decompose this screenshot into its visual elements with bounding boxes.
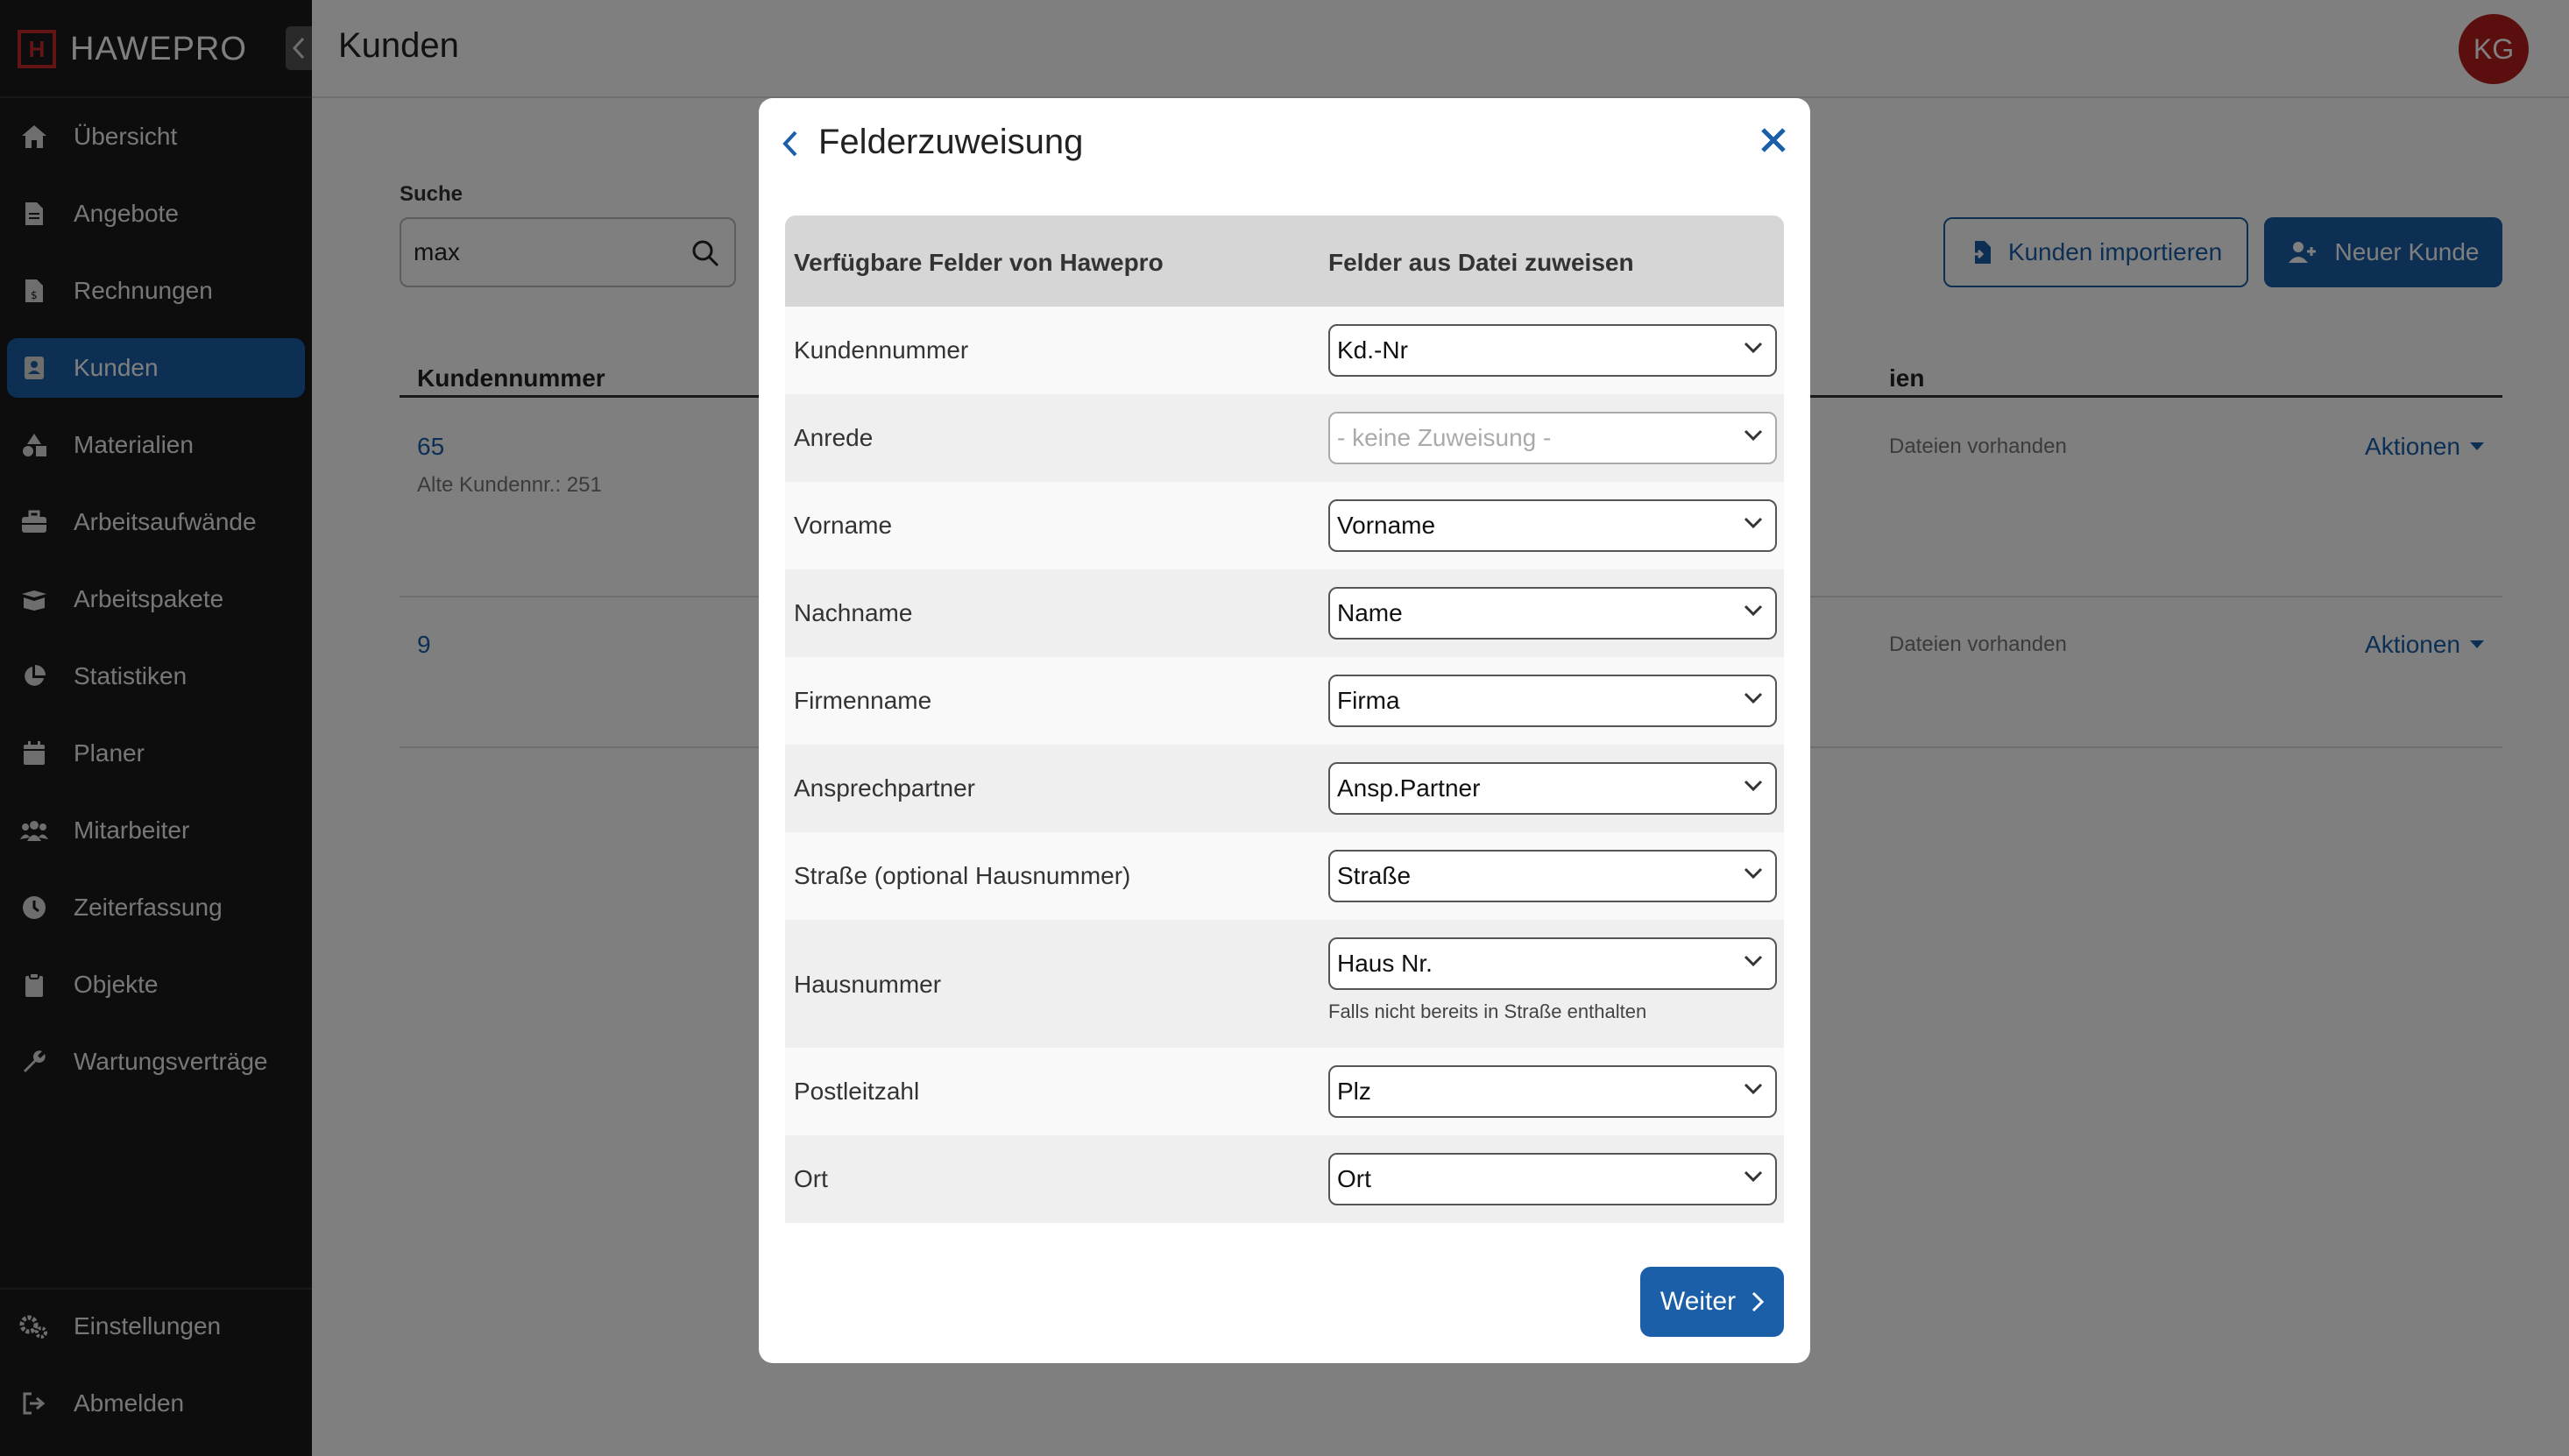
mapping-row-postleitzahl: Postleitzahl Plz	[785, 1048, 1784, 1135]
select-value: Name	[1337, 599, 1403, 626]
select-value: Vorname	[1337, 512, 1436, 539]
field-label: Anrede	[794, 424, 874, 451]
select-value: Haus Nr.	[1337, 950, 1433, 977]
field-mapping-dialog: Felderzuweisung Verfügbare Felder von Ha…	[759, 98, 1810, 1363]
close-icon	[1761, 128, 1786, 152]
field-select-nachname[interactable]: Name	[1328, 587, 1777, 640]
mapping-table-header: Verfügbare Felder von Hawepro Felder aus…	[785, 216, 1784, 307]
next-button-label: Weiter	[1660, 1287, 1737, 1316]
field-label: Postleitzahl	[794, 1078, 920, 1105]
select-value: Plz	[1337, 1078, 1371, 1105]
mapping-row-ansprechpartner: Ansprechpartner Ansp.Partner	[785, 745, 1784, 832]
select-value: Ansp.Partner	[1337, 774, 1481, 802]
chevron-down-icon	[1744, 867, 1763, 880]
dialog-title: Felderzuweisung	[818, 123, 1084, 161]
select-value: Kd.-Nr	[1337, 336, 1408, 364]
field-label: Vorname	[794, 512, 893, 539]
mapping-row-hausnummer: Hausnummer Haus Nr. Falls nicht bereits …	[785, 920, 1784, 1048]
select-value: Straße	[1337, 862, 1412, 889]
field-select-hausnummer[interactable]: Haus Nr.	[1328, 937, 1777, 990]
mapping-row-ort: Ort Ort	[785, 1135, 1784, 1223]
chevron-down-icon	[1744, 517, 1763, 529]
mapping-row-anrede: Anrede - keine Zuweisung -	[785, 394, 1784, 482]
chevron-down-icon	[1744, 955, 1763, 967]
close-button[interactable]	[1759, 126, 1787, 159]
field-label: Nachname	[794, 599, 913, 626]
chevron-down-icon	[1744, 604, 1763, 617]
field-select-kundennummer[interactable]: Kd.-Nr	[1328, 324, 1777, 377]
next-button[interactable]: Weiter	[1640, 1267, 1784, 1337]
field-label: Kundennummer	[794, 336, 969, 364]
field-hint: Falls nicht bereits in Straße enthalten	[1328, 1000, 1647, 1022]
chevron-down-icon	[1744, 429, 1763, 442]
mapping-row-strasse: Straße (optional Hausnummer) Straße	[785, 832, 1784, 920]
select-value: - keine Zuweisung -	[1337, 424, 1552, 451]
chevron-down-icon	[1744, 342, 1763, 354]
field-label: Ansprechpartner	[794, 774, 976, 802]
column-header-file-fields: Felder aus Datei zuweisen	[1328, 249, 1634, 276]
chevron-down-icon	[1744, 1170, 1763, 1183]
chevron-right-icon	[1752, 1291, 1765, 1312]
mapping-row-firmenname: Firmenname Firma	[785, 657, 1784, 745]
field-label: Hausnummer	[794, 971, 942, 998]
field-select-strasse[interactable]: Straße	[1328, 850, 1777, 902]
field-label: Ort	[794, 1165, 828, 1192]
chevron-left-icon	[782, 131, 797, 157]
field-select-ansprechpartner[interactable]: Ansp.Partner	[1328, 762, 1777, 815]
field-select-postleitzahl[interactable]: Plz	[1328, 1065, 1777, 1118]
field-select-firmenname[interactable]: Firma	[1328, 675, 1777, 727]
select-value: Firma	[1337, 687, 1400, 714]
mapping-row-kundennummer: Kundennummer Kd.-Nr	[785, 307, 1784, 394]
mapping-row-nachname: Nachname Name	[785, 569, 1784, 657]
chevron-down-icon	[1744, 1083, 1763, 1095]
chevron-down-icon	[1744, 780, 1763, 792]
select-value: Ort	[1337, 1165, 1371, 1192]
dialog-header: Felderzuweisung	[759, 98, 1810, 189]
mapping-row-vorname: Vorname Vorname	[785, 482, 1784, 569]
back-button[interactable]	[782, 130, 799, 162]
field-mapping-table: Verfügbare Felder von Hawepro Felder aus…	[785, 216, 1784, 1223]
chevron-down-icon	[1744, 692, 1763, 704]
field-select-ort[interactable]: Ort	[1328, 1153, 1777, 1205]
field-label: Firmenname	[794, 687, 932, 714]
column-header-available-fields: Verfügbare Felder von Hawepro	[794, 249, 1164, 276]
field-select-anrede[interactable]: - keine Zuweisung -	[1328, 412, 1777, 464]
field-label: Straße (optional Hausnummer)	[794, 862, 1131, 889]
field-select-vorname[interactable]: Vorname	[1328, 499, 1777, 552]
